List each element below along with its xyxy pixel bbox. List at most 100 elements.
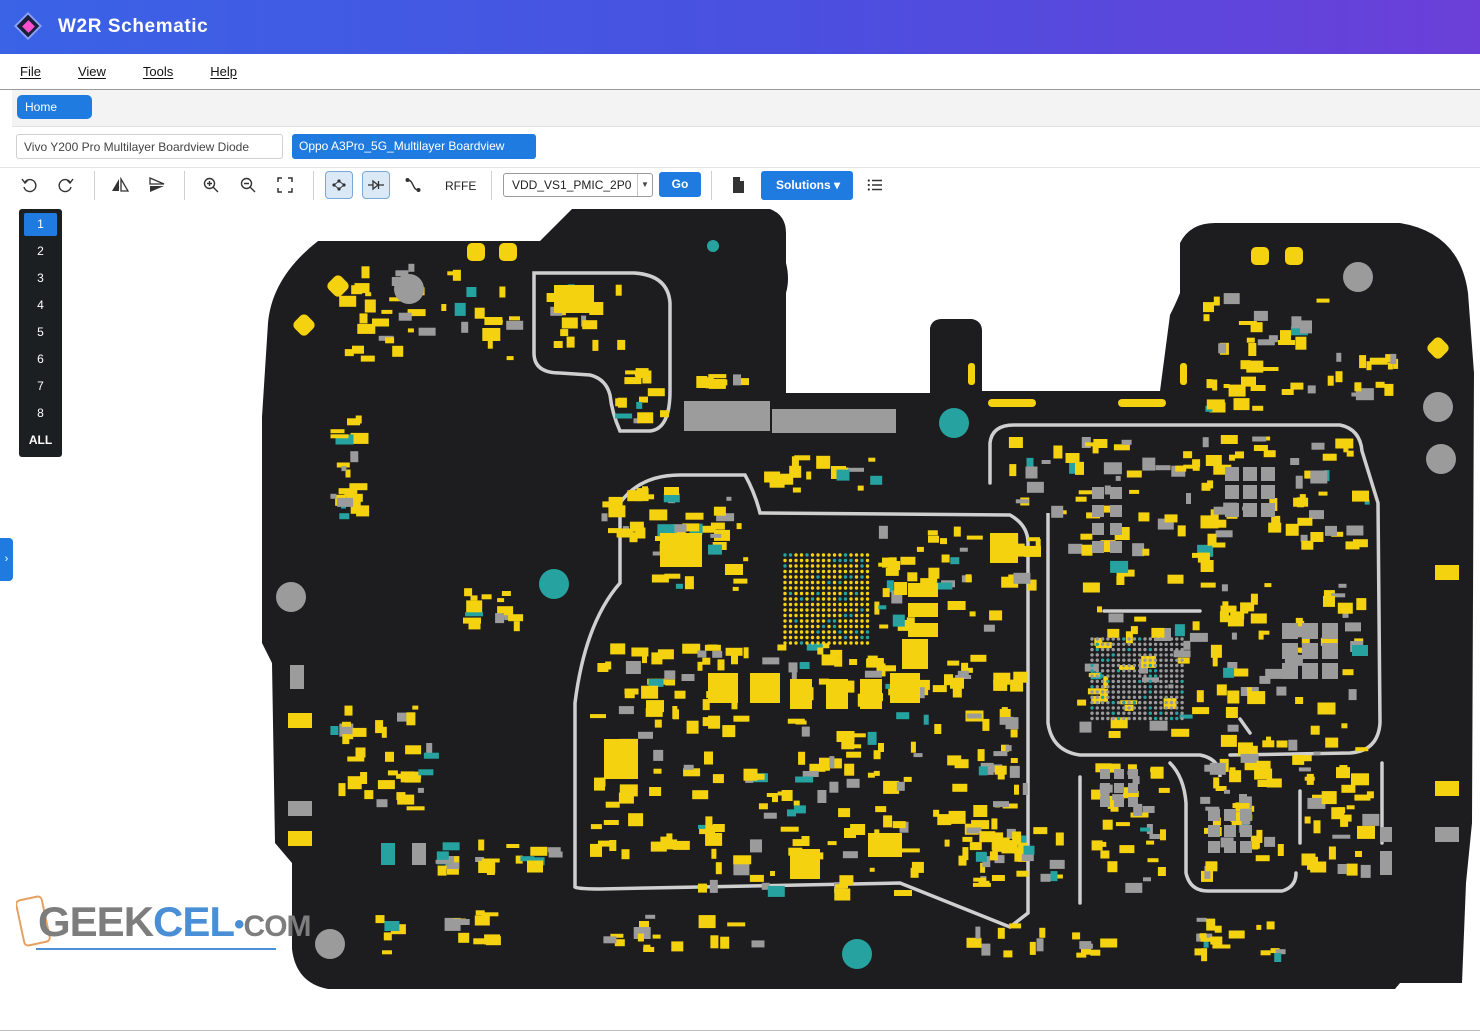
- diode-mode-icon[interactable]: [362, 171, 390, 199]
- component-pad: [1285, 523, 1299, 536]
- bga-ball: [843, 553, 848, 557]
- bga-ball: [810, 586, 815, 590]
- layer-5-button[interactable]: 5: [24, 321, 57, 344]
- geekcel-watermark: GEEKCEL•COM: [16, 890, 312, 952]
- component-pad: [993, 751, 1008, 757]
- component-pad: [762, 657, 780, 665]
- component-pad: [671, 941, 684, 952]
- list-icon[interactable]: [861, 171, 889, 199]
- component-pad: [846, 751, 862, 758]
- component-pad: [1141, 655, 1157, 668]
- rffe-button[interactable]: RFFE: [445, 179, 476, 193]
- component-pad: [997, 927, 1005, 939]
- component-pad: [1327, 375, 1334, 386]
- flip-vertical-icon[interactable]: [143, 171, 171, 199]
- bga-ball: [1143, 637, 1147, 641]
- component-pad: [350, 451, 359, 463]
- bga-ball: [810, 591, 815, 596]
- bga-ball: [838, 635, 842, 640]
- bga-ball: [1100, 679, 1105, 684]
- bga-ball: [783, 630, 787, 634]
- component-pad: [1295, 336, 1307, 350]
- go-button[interactable]: Go: [659, 172, 701, 197]
- bga-ball: [1175, 653, 1179, 657]
- component-pad: [381, 309, 393, 314]
- layer-6-button[interactable]: 6: [24, 348, 57, 371]
- component-pad: [1271, 515, 1281, 529]
- dropdown-arrow-icon[interactable]: ▼: [637, 174, 652, 196]
- chip-pad: [1114, 769, 1124, 779]
- solutions-button[interactable]: Solutions ▾: [761, 171, 853, 200]
- component-pad: [849, 659, 858, 665]
- bga-ball: [838, 608, 842, 612]
- bga-ball: [1090, 658, 1094, 662]
- bga-ball: [821, 591, 826, 596]
- component-pad: [506, 356, 514, 361]
- bga-ball: [1175, 700, 1179, 705]
- layer-8-button[interactable]: 8: [24, 402, 57, 425]
- net-select[interactable]: VDD_VS1_PMIC_2P0 ▼: [503, 173, 653, 197]
- bga-ball: [1169, 647, 1174, 652]
- component-pad: [1390, 353, 1397, 364]
- component-pad: [932, 685, 947, 693]
- bga-ball: [1143, 658, 1147, 662]
- bga-ball: [1138, 658, 1142, 662]
- bga-ball: [1143, 711, 1147, 715]
- component-pad: [704, 751, 713, 765]
- zoom-out-icon[interactable]: [234, 171, 262, 199]
- bga-ball: [1111, 711, 1115, 715]
- bga-ball: [1148, 637, 1153, 641]
- component-pad: [617, 397, 627, 408]
- menu-view[interactable]: View: [78, 64, 106, 79]
- layer-3-button[interactable]: 3: [24, 267, 57, 290]
- document-icon[interactable]: [724, 171, 752, 199]
- component-pad: [1177, 525, 1186, 537]
- undo-icon[interactable]: [15, 171, 43, 199]
- component-pad: [1202, 437, 1209, 448]
- layer-2-button[interactable]: 2: [24, 240, 57, 263]
- watermark-com: COM: [243, 910, 312, 943]
- layer-1-button[interactable]: 1: [24, 213, 57, 236]
- bga-ball: [816, 608, 820, 612]
- redo-icon[interactable]: [52, 171, 80, 199]
- bga-ball: [799, 575, 804, 579]
- bga-ball: [1100, 685, 1105, 689]
- bga-ball: [843, 635, 848, 640]
- component-pad: [973, 877, 987, 882]
- net-highlight-icon[interactable]: [325, 171, 353, 199]
- bga-ball: [783, 569, 787, 574]
- watermark-underline: [36, 948, 276, 950]
- bga-ball: [1100, 716, 1105, 721]
- tab-vivo-y200-pro[interactable]: Vivo Y200 Pro Multilayer Boardview Diode: [16, 134, 283, 159]
- menu-tools[interactable]: Tools: [143, 64, 173, 79]
- component-pad: [1036, 938, 1044, 952]
- layer-7-button[interactable]: 7: [24, 375, 57, 398]
- component-pad: [806, 471, 812, 480]
- zoom-in-icon[interactable]: [197, 171, 225, 199]
- menu-file[interactable]: File: [20, 64, 41, 79]
- layer-all-button[interactable]: ALL: [24, 429, 57, 452]
- component-pad: [1322, 453, 1337, 461]
- component-pad: [1220, 435, 1238, 444]
- flip-horizontal-icon[interactable]: [106, 171, 134, 199]
- component-pad: [1325, 525, 1337, 536]
- component-pad: [352, 727, 367, 737]
- bga-ball: [788, 619, 793, 623]
- board-canvas[interactable]: 1 2 3 4 5 6 7 8 ALL › GEEKCEL•COM: [0, 203, 1480, 1033]
- component-pad: [1276, 686, 1287, 696]
- menu-help[interactable]: Help: [210, 64, 237, 79]
- bga-ball: [1153, 642, 1158, 646]
- component-pad: [1174, 624, 1185, 637]
- bga-ball: [1116, 642, 1121, 646]
- side-panel-toggle[interactable]: ›: [0, 538, 13, 581]
- fit-screen-icon[interactable]: [271, 171, 299, 199]
- component-pad: [707, 644, 718, 650]
- trace-route-icon[interactable]: [399, 171, 427, 199]
- home-button[interactable]: Home: [17, 95, 92, 119]
- bga-ball: [1127, 653, 1131, 657]
- bga-ball: [1164, 653, 1168, 657]
- tab-oppo-a3pro[interactable]: Oppo A3Pro_5G_Multilayer Boardview: [292, 134, 536, 159]
- component-pad: [801, 836, 810, 846]
- layer-4-button[interactable]: 4: [24, 294, 57, 317]
- component-pad: [461, 321, 469, 333]
